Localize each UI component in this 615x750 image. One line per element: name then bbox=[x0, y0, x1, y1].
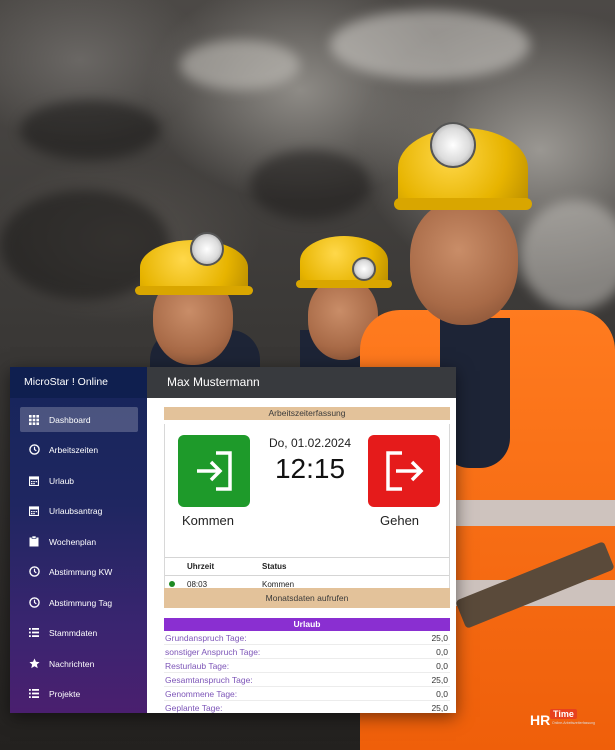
grid-icon bbox=[28, 414, 40, 426]
column-header: Uhrzeit bbox=[187, 557, 262, 576]
sidebar-item-label: Abstimmung KW bbox=[49, 566, 113, 577]
urlaub-row-label: Gesamtanspruch Tage: bbox=[165, 675, 253, 685]
urlaub-row-value: 25,0 bbox=[431, 703, 448, 713]
sidebar: MicroStar ! Online Dashboard Arbeitszeit… bbox=[10, 367, 147, 713]
sign-out-icon bbox=[386, 451, 424, 491]
gehen-button[interactable] bbox=[368, 435, 440, 507]
sidebar-item-abstimmung-kw[interactable]: Abstimmung KW bbox=[20, 559, 138, 584]
sidebar-item-label: Abstimmung Tag bbox=[49, 597, 113, 608]
gehen-label: Gehen bbox=[380, 513, 420, 528]
sign-in-icon bbox=[197, 451, 232, 491]
clocking-card: Kommen Do, 01.02.2024 12:15 Gehen Uhrzei… bbox=[164, 424, 450, 604]
app-window: MicroStar ! Online Dashboard Arbeitszeit… bbox=[10, 367, 456, 713]
sidebar-item-label: Dashboard bbox=[49, 414, 91, 425]
indicator-header bbox=[165, 557, 187, 576]
user-name-header: Max Mustermann bbox=[147, 367, 456, 398]
logo-time: Time bbox=[550, 709, 577, 719]
current-date: Do, 01.02.2024 bbox=[268, 436, 352, 450]
urlaub-row-label: Grundanspruch Tage: bbox=[165, 633, 247, 643]
urlaub-row: Geplante Tage: 25,0 bbox=[164, 701, 450, 713]
column-header: Status bbox=[262, 557, 449, 576]
urlaub-row-value: 0,0 bbox=[436, 661, 448, 671]
urlaub-row-value: 0,0 bbox=[436, 689, 448, 699]
urlaub-row-value: 25,0 bbox=[431, 675, 448, 685]
sidebar-item-abstimmung-tag[interactable]: Abstimmung Tag bbox=[20, 590, 138, 615]
urlaub-row-label: sonstiger Anspruch Tage: bbox=[165, 647, 261, 657]
sidebar-item-urlaub[interactable]: Urlaub bbox=[20, 468, 138, 493]
clock-icon bbox=[28, 444, 40, 456]
current-time: 12:15 bbox=[274, 453, 346, 484]
hrtime-logo: HR Time Online-Arbeitszeiterfassung bbox=[530, 709, 595, 728]
clock-icon bbox=[28, 597, 40, 609]
sidebar-item-label: Urlaubsantrag bbox=[49, 505, 103, 516]
urlaub-row-label: Resturlaub Tage: bbox=[165, 661, 230, 671]
calendar-icon bbox=[28, 505, 40, 517]
sidebar-item-nachrichten[interactable]: Nachrichten bbox=[20, 651, 138, 676]
urlaub-row: Gesamtanspruch Tage: 25,0 bbox=[164, 673, 450, 687]
urlaub-row-value: 0,0 bbox=[436, 647, 448, 657]
kommen-button[interactable] bbox=[178, 435, 250, 507]
sidebar-item-dashboard[interactable]: Dashboard bbox=[20, 407, 138, 432]
sidebar-item-label: Urlaub bbox=[49, 475, 75, 486]
urlaub-row: Grundanspruch Tage: 25,0 bbox=[164, 631, 450, 645]
kommen-label: Kommen bbox=[182, 513, 235, 528]
urlaub-row-value: 25,0 bbox=[431, 633, 448, 643]
calendar-icon bbox=[28, 475, 40, 487]
clipboard-icon bbox=[28, 536, 40, 548]
main-content: Arbeitszeiterfassung Kommen Do, 01.02.20… bbox=[147, 398, 456, 713]
sidebar-item-label: Nachrichten bbox=[49, 658, 95, 669]
sidebar-item-label: Wochenplan bbox=[49, 536, 97, 547]
sidebar-item-urlaubsantrag[interactable]: Urlaubsantrag bbox=[20, 498, 138, 523]
sidebar-item-label: Stammdaten bbox=[49, 627, 98, 638]
star-icon bbox=[28, 658, 40, 670]
urlaub-header: Urlaub bbox=[164, 618, 450, 631]
sidebar-item-wochenplan[interactable]: Wochenplan bbox=[20, 529, 138, 554]
app-brand: MicroStar ! Online bbox=[10, 367, 147, 398]
status-dot-icon bbox=[169, 581, 175, 587]
monatsdaten-button[interactable]: Monatsdaten aufrufen bbox=[164, 588, 450, 608]
sidebar-item-projekte[interactable]: Projekte bbox=[20, 681, 138, 706]
clock-icon bbox=[28, 566, 40, 578]
section-title-arbeitszeiterfassung: Arbeitszeiterfassung bbox=[164, 407, 450, 420]
urlaub-row-label: Genommene Tage: bbox=[165, 689, 238, 699]
sidebar-item-label: Projekte bbox=[49, 688, 81, 699]
urlaub-row: Resturlaub Tage: 0,0 bbox=[164, 659, 450, 673]
sidebar-item-stammdaten[interactable]: Stammdaten bbox=[20, 620, 138, 645]
sidebar-item-arbeitszeiten[interactable]: Arbeitszeiten bbox=[20, 437, 138, 462]
urlaub-row: Genommene Tage: 0,0 bbox=[164, 687, 450, 701]
logo-tagline: Online-Arbeitszeiterfassung bbox=[552, 721, 595, 725]
list-icon bbox=[28, 627, 40, 639]
list-icon bbox=[28, 688, 40, 700]
urlaub-row-label: Geplante Tage: bbox=[165, 703, 223, 713]
sidebar-item-label: Arbeitszeiten bbox=[49, 444, 99, 455]
urlaub-row: sonstiger Anspruch Tage: 0,0 bbox=[164, 645, 450, 659]
logo-hr: HR bbox=[530, 712, 551, 728]
